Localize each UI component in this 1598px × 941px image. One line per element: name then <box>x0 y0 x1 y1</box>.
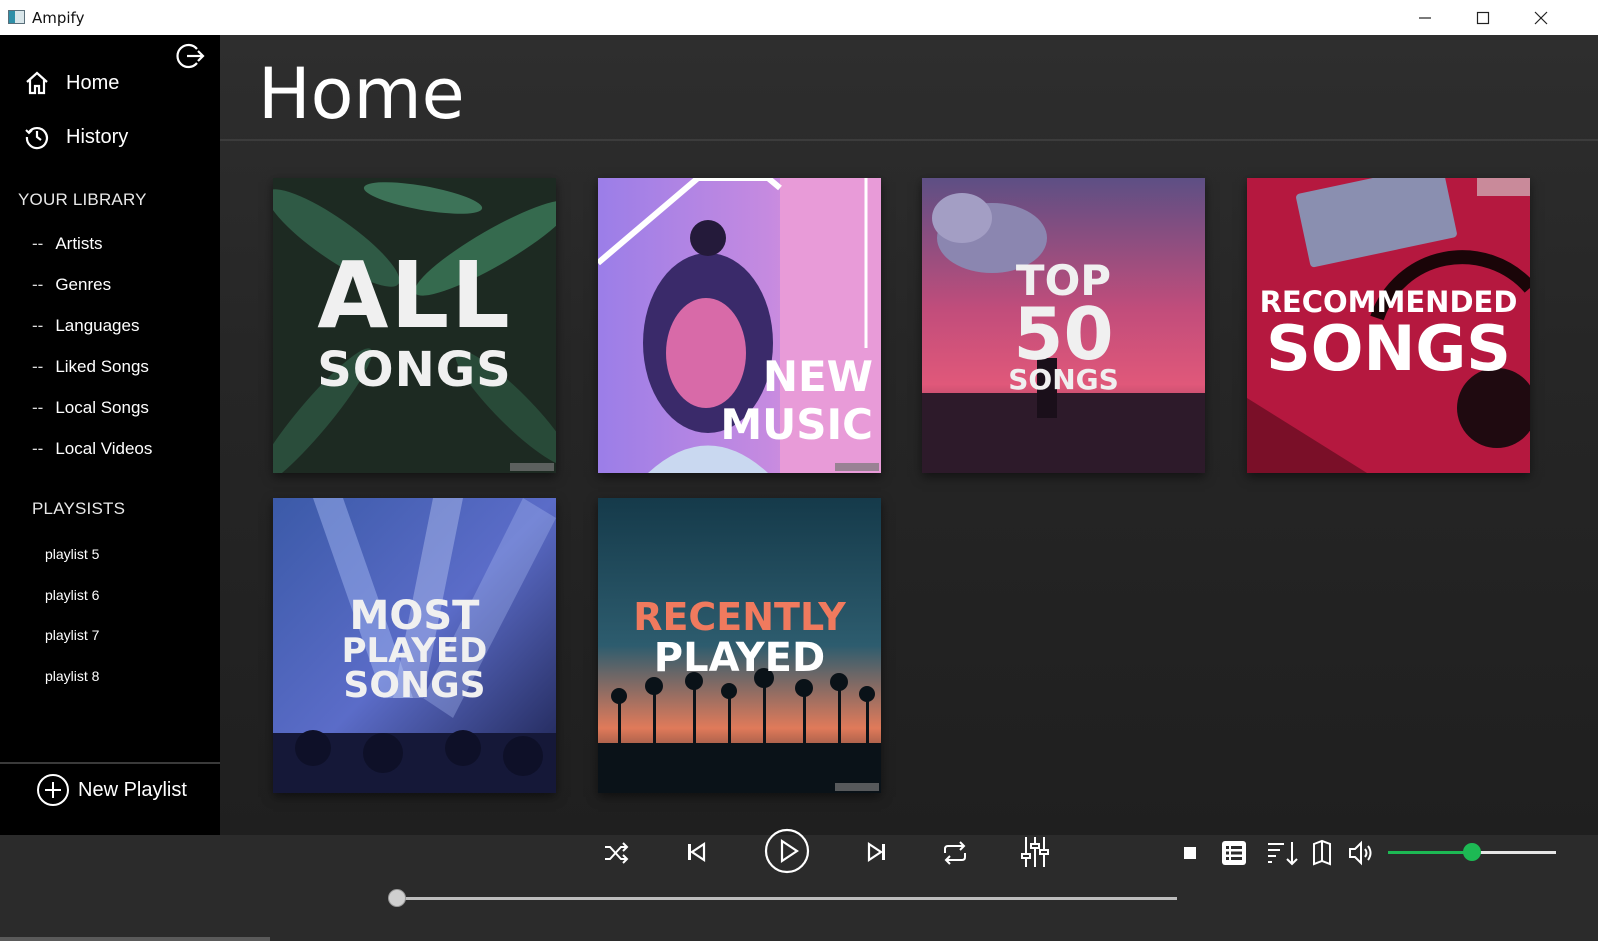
seek-bar-handle[interactable] <box>388 889 406 907</box>
equalizer-button[interactable] <box>1020 835 1050 869</box>
sidebar-item-liked-songs[interactable]: -- Liked Songs <box>32 357 149 377</box>
main-content: Home ALL SONGS NEW MUSIC TOP 50 SONGS RE… <box>220 35 1598 835</box>
playlists-section-title: PLAYSISTS <box>32 499 126 518</box>
card-most-played-songs[interactable]: MOST PLAYED SONGS <box>273 498 556 793</box>
queue-button[interactable] <box>1221 840 1247 866</box>
book-icon <box>1313 839 1331 866</box>
sidebar-item-languages[interactable]: -- Languages <box>32 316 139 336</box>
volume-icon <box>1349 840 1372 866</box>
maximize-icon <box>1476 11 1490 24</box>
sidebar-item-history[interactable]: History <box>24 121 128 153</box>
volume-slider-handle[interactable] <box>1463 843 1481 861</box>
previous-button[interactable] <box>685 841 707 863</box>
new-playlist-button[interactable]: New Playlist <box>36 773 187 807</box>
title-bar: Ampify <box>0 0 1598 35</box>
sidebar-playlist-item[interactable]: playlist 5 <box>45 546 99 562</box>
shuffle-icon <box>605 842 629 864</box>
watermark <box>510 463 554 471</box>
card-new-music[interactable]: NEW MUSIC <box>598 178 881 473</box>
sidebar-item-label: History <box>66 125 129 148</box>
window-title: Ampify <box>32 9 85 27</box>
card-all-songs[interactable]: ALL SONGS <box>273 178 556 473</box>
sidebar-item-genres[interactable]: -- Genres <box>32 275 111 295</box>
app-icon <box>8 10 25 24</box>
mini-player-button[interactable] <box>1311 839 1333 867</box>
skip-previous-icon <box>688 841 706 863</box>
plus-circle-icon <box>37 774 69 806</box>
logout-icon <box>176 43 205 69</box>
minimize-button[interactable] <box>1396 0 1454 35</box>
list-icon <box>1222 841 1246 865</box>
sidebar-item-artists[interactable]: -- Artists <box>32 234 103 254</box>
sidebar-item-label: Home <box>66 71 120 94</box>
watermark <box>835 463 879 471</box>
skip-next-icon <box>867 841 885 863</box>
watermark <box>835 783 879 791</box>
repeat-button[interactable] <box>941 839 969 867</box>
next-button[interactable] <box>866 841 888 863</box>
card-top-50-songs[interactable]: TOP 50 SONGS <box>922 178 1205 473</box>
card-recommended-songs[interactable]: RECOMMENDED SONGS <box>1247 178 1530 473</box>
library-section-title: YOUR LIBRARY <box>18 190 147 209</box>
new-playlist-label: New Playlist <box>78 778 187 801</box>
home-icon <box>26 71 48 95</box>
shuffle-button[interactable] <box>602 839 630 867</box>
sidebar-item-local-videos[interactable]: -- Local Videos <box>32 439 152 459</box>
sort-descending-icon <box>1268 842 1298 866</box>
close-icon <box>1534 11 1548 24</box>
header-divider <box>220 139 1598 141</box>
maximize-button[interactable] <box>1454 0 1512 35</box>
repeat-icon <box>944 841 966 865</box>
sidebar-divider <box>0 762 220 764</box>
sort-button[interactable] <box>1266 839 1300 867</box>
stop-icon <box>1184 847 1196 859</box>
seek-bar[interactable] <box>397 897 1177 900</box>
minimize-icon <box>1419 16 1431 19</box>
sidebar-item-local-songs[interactable]: -- Local Songs <box>32 398 149 418</box>
stop-button[interactable] <box>1182 845 1198 861</box>
logout-button[interactable] <box>175 41 205 71</box>
sidebar-playlist-item[interactable]: playlist 8 <box>45 668 99 684</box>
volume-slider-fill <box>1388 851 1472 854</box>
player-bar <box>0 828 1598 941</box>
history-icon <box>25 127 48 150</box>
page-title: Home <box>258 53 465 135</box>
play-icon <box>764 828 810 874</box>
bottom-strip <box>0 937 270 941</box>
close-button[interactable] <box>1512 0 1570 35</box>
equalizer-icon <box>1021 837 1049 867</box>
sidebar-item-home[interactable]: Home <box>24 67 119 99</box>
card-recently-played[interactable]: RECENTLY PLAYED <box>598 498 881 793</box>
sidebar: Home History YOUR LIBRARY -- Artists -- Ge… <box>0 35 220 835</box>
sidebar-playlist-item[interactable]: playlist 6 <box>45 587 99 603</box>
sidebar-playlist-item[interactable]: playlist 7 <box>45 627 99 643</box>
play-button[interactable] <box>763 827 811 875</box>
mute-button[interactable] <box>1347 839 1375 867</box>
